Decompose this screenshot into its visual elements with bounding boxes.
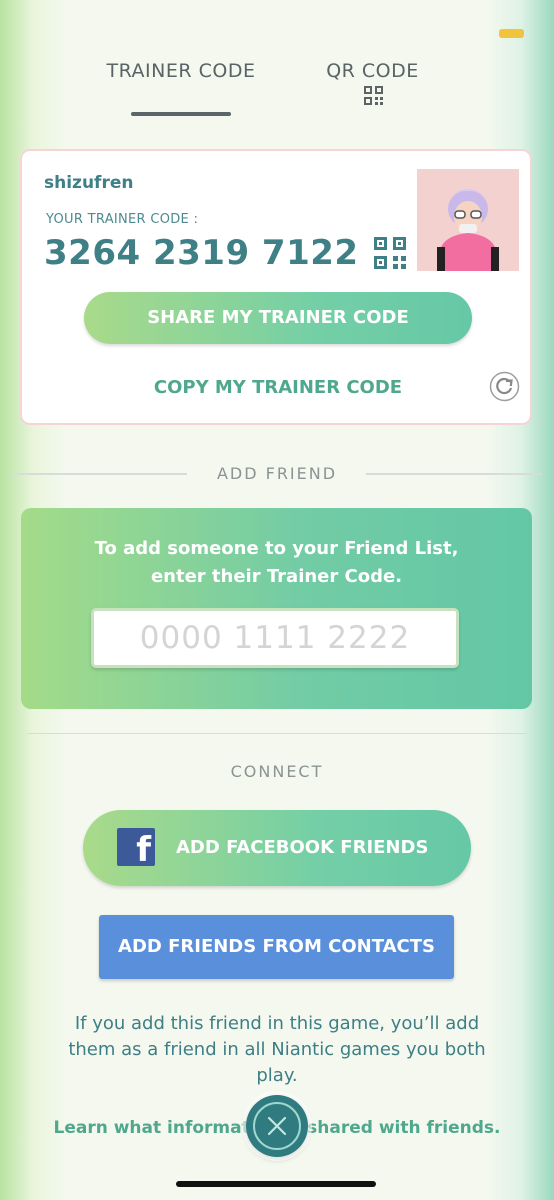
status-indicator — [499, 29, 524, 38]
section-divider — [27, 733, 527, 734]
add-friend-panel: To add someone to your Friend List, ente… — [21, 508, 532, 709]
tab-qr-code[interactable]: QR CODE — [320, 60, 425, 82]
trainer-code-value: 3264 2319 7122 — [44, 233, 359, 273]
add-facebook-friends-label: ADD FACEBOOK FRIENDS — [176, 837, 429, 858]
add-friends-from-contacts-button[interactable]: ADD FRIENDS FROM CONTACTS — [99, 915, 454, 979]
copy-trainer-code-link[interactable]: COPY MY TRAINER CODE — [22, 377, 534, 398]
tab-bar: TRAINER CODE QR CODE — [0, 57, 554, 127]
qr-code-icon[interactable] — [364, 86, 383, 105]
close-icon — [267, 1116, 287, 1136]
connect-heading: CONNECT — [230, 762, 324, 781]
tab-trainer-code[interactable]: TRAINER CODE — [105, 60, 257, 82]
trainer-code-card: shizufren YOUR TRAINER CODE : 3264 2319 … — [20, 149, 532, 425]
active-tab-indicator — [131, 112, 231, 116]
share-trainer-code-button[interactable]: SHARE MY TRAINER CODE — [84, 292, 472, 344]
section-divider — [366, 473, 542, 475]
qr-code-icon[interactable] — [374, 237, 406, 269]
add-friend-instruction: To add someone to your Friend List, ente… — [94, 538, 459, 587]
trainer-code-label: YOUR TRAINER CODE : — [46, 212, 199, 227]
trainer-code-input[interactable] — [91, 608, 459, 668]
facebook-icon: f — [117, 828, 155, 866]
close-button[interactable] — [246, 1095, 308, 1157]
home-indicator — [176, 1181, 376, 1187]
niantic-friends-info: If you add this friend in this game, you… — [68, 1013, 486, 1086]
add-facebook-friends-button[interactable]: f ADD FACEBOOK FRIENDS — [83, 810, 471, 886]
trainer-username: shizufren — [44, 173, 134, 193]
avatar — [417, 169, 519, 271]
refresh-icon[interactable] — [489, 371, 520, 402]
